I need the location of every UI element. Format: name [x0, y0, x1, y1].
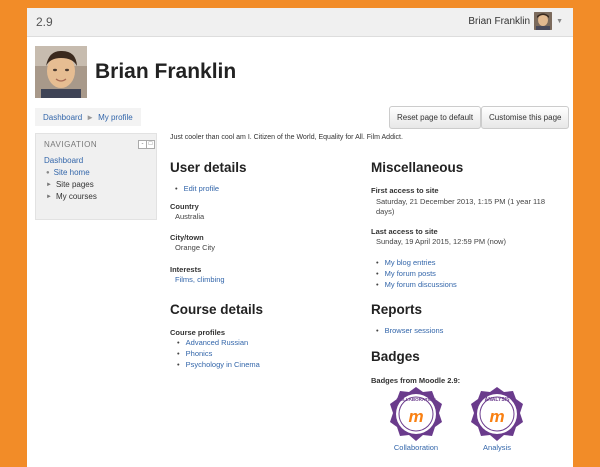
country-value: Australia	[175, 212, 205, 221]
bullet-icon: •	[376, 258, 379, 267]
report-link-item[interactable]: • Browser sessions	[376, 326, 443, 335]
user-details-heading: User details	[170, 160, 247, 175]
nav-item-site-pages[interactable]: ► Site pages	[46, 180, 94, 189]
svg-text:m: m	[408, 407, 423, 426]
bullet-icon: •	[376, 326, 379, 335]
badges-from-label: Badges from Moodle 2.9:	[371, 376, 461, 385]
edit-profile-item[interactable]: • Edit profile	[175, 184, 219, 193]
misc-heading: Miscellaneous	[371, 160, 464, 175]
collapse-block-icon[interactable]: □	[146, 140, 155, 149]
analysis-badge-icon[interactable]: ANALYSIS m	[469, 386, 525, 442]
expand-arrow-icon: ►	[46, 181, 52, 188]
customise-page-button[interactable]: Customise this page	[481, 106, 570, 129]
city-label: City/town	[170, 233, 204, 242]
reset-page-button[interactable]: Reset page to default	[389, 106, 482, 129]
course-profiles-label: Course profiles	[170, 328, 226, 337]
user-avatar-small[interactable]	[534, 12, 553, 30]
course-link[interactable]: Advanced Russian	[186, 338, 249, 347]
misc-link-item[interactable]: • My forum posts	[376, 269, 436, 278]
first-access-value: Saturday, 21 December 2013, 1:15 PM (1 y…	[376, 197, 545, 206]
page-window: 2.9 Brian Franklin ▼ Brian Franklin Dash…	[27, 8, 573, 467]
bullet-icon: •	[177, 360, 180, 369]
course-item[interactable]: • Phonics	[177, 349, 212, 358]
reports-heading: Reports	[371, 302, 423, 317]
top-navbar: 2.9 Brian Franklin ▼	[27, 8, 573, 37]
blog-entries-link[interactable]: My blog entries	[385, 258, 436, 267]
nav-item-label[interactable]: My courses	[56, 192, 97, 201]
svg-text:m: m	[489, 407, 504, 426]
misc-link-item[interactable]: • My blog entries	[376, 258, 436, 267]
collaboration-badge-label[interactable]: Collaboration	[376, 443, 456, 452]
user-menu-name[interactable]: Brian Franklin	[468, 16, 530, 27]
bullet-icon: •	[175, 184, 178, 193]
misc-link-item[interactable]: • My forum discussions	[376, 280, 457, 289]
breadcrumb: Dashboard ► My profile	[35, 108, 141, 126]
analysis-badge-label[interactable]: Analysis	[457, 443, 537, 452]
svg-text:ANALYSIS: ANALYSIS	[485, 397, 510, 403]
bullet-icon: •	[177, 338, 180, 347]
browser-sessions-link[interactable]: Browser sessions	[385, 326, 444, 335]
navigation-title: NAVIGATION	[44, 140, 98, 149]
nav-dashboard-link[interactable]: Dashboard	[44, 156, 83, 165]
course-item[interactable]: • Psychology in Cinema	[177, 360, 260, 369]
chevron-down-icon[interactable]: ▼	[556, 18, 563, 25]
edit-profile-link[interactable]: Edit profile	[184, 184, 219, 193]
profile-avatar	[35, 46, 87, 98]
nav-item-my-courses[interactable]: ► My courses	[46, 192, 97, 201]
forum-posts-link[interactable]: My forum posts	[385, 269, 436, 278]
navigation-block: NAVIGATION - □ Dashboard ● Site home ► S…	[35, 133, 157, 220]
profile-description: Just cooler than cool am I. Citizen of t…	[170, 134, 403, 141]
interests-label: Interests	[170, 265, 202, 274]
bullet-icon: •	[376, 269, 379, 278]
first-access-label: First access to site	[371, 186, 439, 195]
forum-discussions-link[interactable]: My forum discussions	[385, 280, 457, 289]
interests-value[interactable]: Films, climbing	[175, 275, 225, 284]
course-item[interactable]: • Advanced Russian	[177, 338, 248, 347]
collaboration-badge-icon[interactable]: COLLABORATION m	[388, 386, 444, 442]
nav-item-label[interactable]: Site pages	[56, 180, 94, 189]
last-access-value: Sunday, 19 April 2015, 12:59 PM (now)	[376, 237, 506, 246]
breadcrumb-my-profile[interactable]: My profile	[98, 113, 133, 122]
last-access-label: Last access to site	[371, 227, 438, 236]
profile-header: Brian Franklin	[35, 46, 236, 98]
country-label: Country	[170, 202, 199, 211]
course-link[interactable]: Phonics	[186, 349, 213, 358]
expand-arrow-icon: ►	[46, 193, 52, 200]
badges-heading: Badges	[371, 349, 420, 364]
first-access-value-cont: days)	[376, 207, 395, 216]
bullet-icon: •	[376, 280, 379, 289]
bullet-icon: ●	[46, 169, 50, 176]
nav-item-site-home[interactable]: ● Site home	[46, 168, 90, 177]
svg-text:COLLABORATION: COLLABORATION	[396, 397, 435, 402]
breadcrumb-separator-icon: ►	[86, 112, 95, 122]
course-details-heading: Course details	[170, 302, 264, 317]
breadcrumb-dashboard[interactable]: Dashboard	[43, 113, 82, 122]
bullet-icon: •	[177, 349, 180, 358]
nav-item-label[interactable]: Site home	[54, 168, 90, 177]
profile-name: Brian Franklin	[95, 60, 237, 83]
course-link[interactable]: Psychology in Cinema	[186, 360, 260, 369]
user-menu[interactable]: Brian Franklin ▼	[468, 12, 563, 30]
site-brand[interactable]: 2.9	[36, 15, 53, 29]
city-value: Orange City	[175, 243, 216, 252]
